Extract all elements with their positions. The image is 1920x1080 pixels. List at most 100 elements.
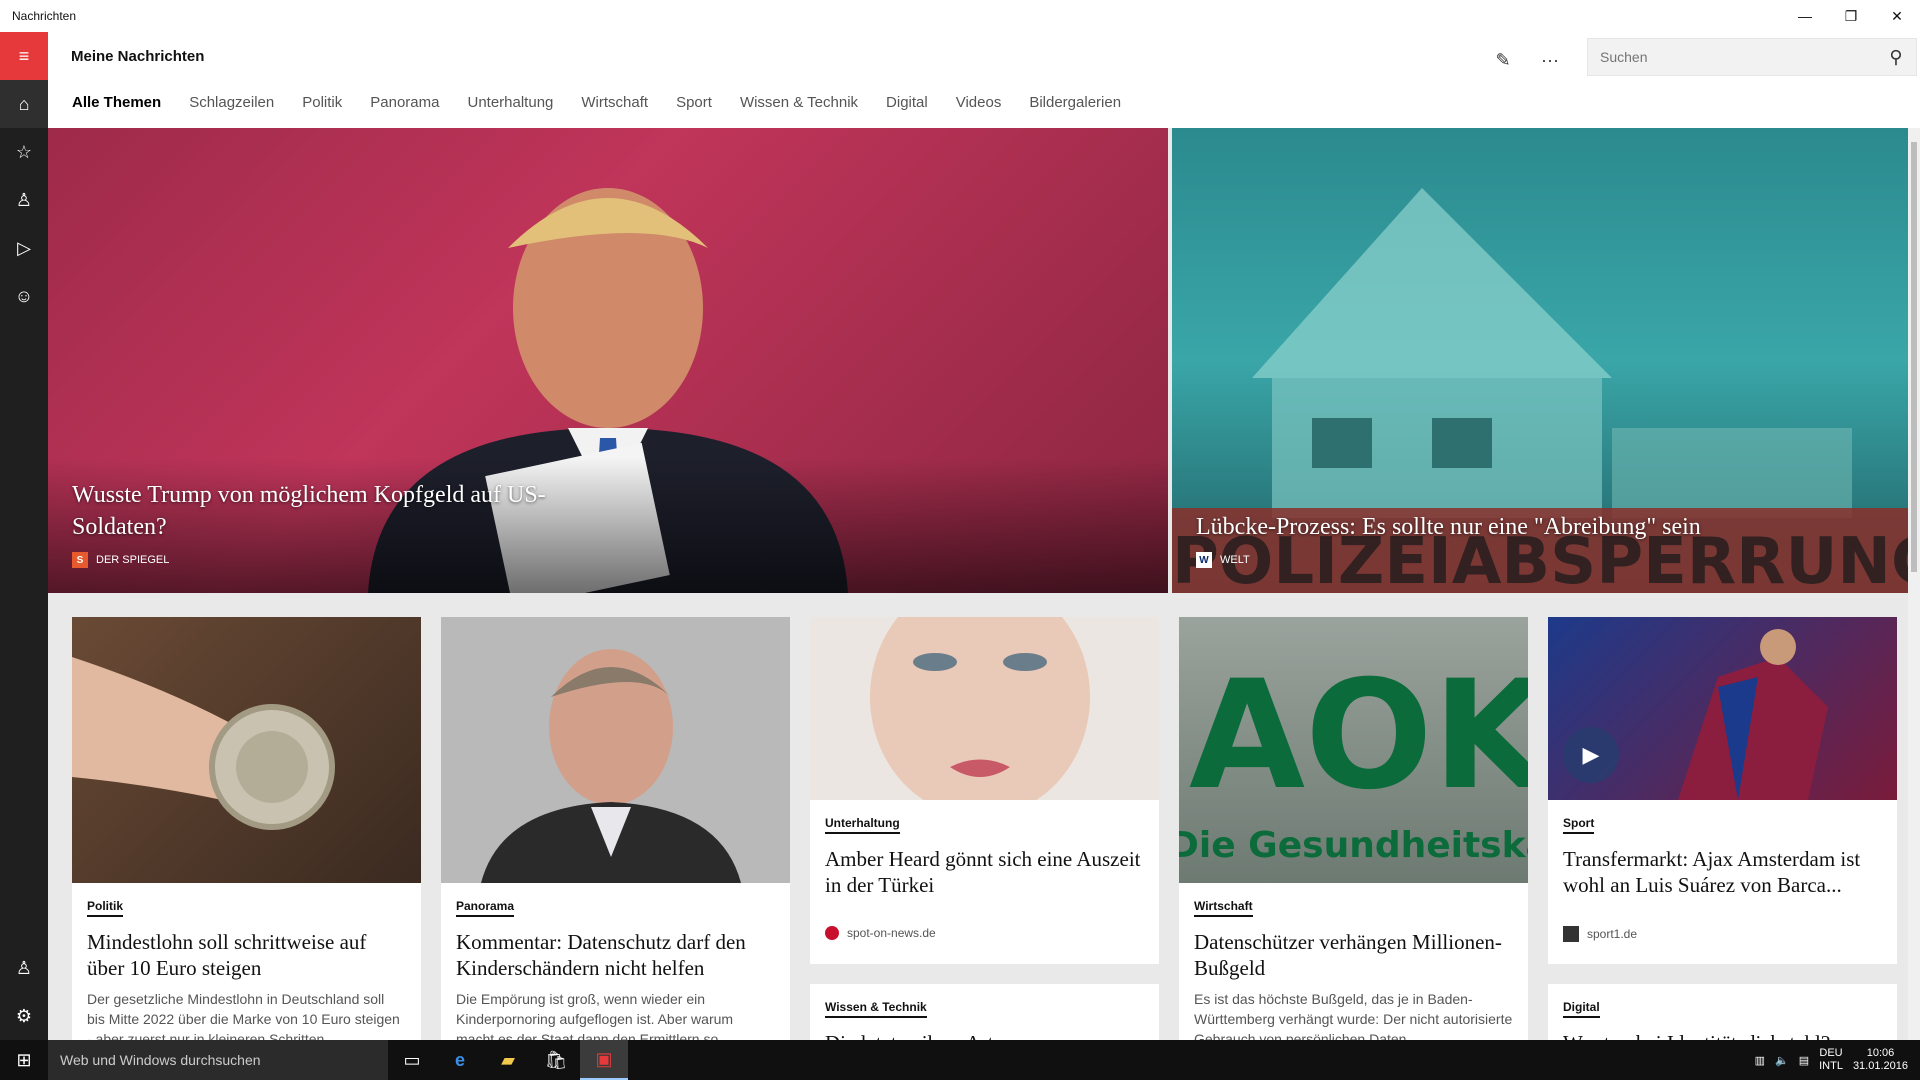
search-input[interactable] <box>1600 49 1876 65</box>
minimize-button[interactable]: — <box>1782 0 1828 32</box>
home-icon[interactable]: ⌂ <box>0 80 48 128</box>
close-button[interactable]: ✕ <box>1874 0 1920 32</box>
hamburger-menu-icon[interactable]: ≡ <box>0 32 48 80</box>
sidebar: ≡ ⌂ ☆ ♙ ▷ ☺ ♙ ⚙ <box>0 32 48 1040</box>
news-card[interactable]: AOK Die Gesundheitskasse. Wirtschaft Dat… <box>1179 617 1528 1040</box>
aok-sign-letters: AOK <box>1189 649 1528 823</box>
card-category[interactable]: Wissen & Technik <box>825 1000 927 1018</box>
card-source: spot-on-news.de <box>825 926 1144 940</box>
card-snippet: Es ist das höchste Bußgeld, das je in Ba… <box>1194 991 1513 1040</box>
volume-icon[interactable]: 🔈 <box>1775 1054 1789 1067</box>
news-grid: Politik Mindestlohn soll schrittweise au… <box>48 593 1908 1040</box>
card-title[interactable]: Was tun bei Identitätsdiebstahl? <box>1563 1030 1882 1040</box>
tab-schlagzeilen[interactable]: Schlagzeilen <box>189 94 274 111</box>
clock[interactable]: 10:06 31.01.2016 <box>1853 1047 1908 1073</box>
interests-icon[interactable]: ☺ <box>0 272 48 320</box>
card-5-image: ▶ <box>1548 617 1897 800</box>
search-icon[interactable]: ⚲ <box>1876 47 1916 68</box>
topic-tabs: Alle Themen Schlagzeilen Politik Panoram… <box>72 94 1149 111</box>
tab-panorama[interactable]: Panorama <box>370 94 439 111</box>
card-category[interactable]: Digital <box>1563 1000 1600 1018</box>
hero-article-1[interactable]: Wusste Trump von möglichem Kopfgeld auf … <box>48 128 1168 593</box>
task-view-icon[interactable]: ▭ <box>388 1040 436 1080</box>
card-2-image <box>441 617 790 883</box>
card-title[interactable]: Mindestlohn soll schrittweise auf über 1… <box>87 929 406 981</box>
news-card[interactable]: Unterhaltung Amber Heard gönnt sich eine… <box>810 617 1159 964</box>
title-bar: Nachrichten — ❐ ✕ <box>0 0 1920 32</box>
language-indicator[interactable]: DEU INTL <box>1819 1047 1843 1073</box>
card-title[interactable]: Amber Heard gönnt sich eine Auszeit in d… <box>825 846 1144 898</box>
welt-logo-icon: W <box>1196 552 1212 568</box>
window-title: Nachrichten <box>12 9 77 23</box>
card-category[interactable]: Wirtschaft <box>1194 899 1253 917</box>
news-card[interactable]: Politik Mindestlohn soll schrittweise au… <box>72 617 421 1040</box>
card-source-name: spot-on-news.de <box>847 926 936 940</box>
card-snippet: Der gesetzliche Mindestlohn in Deutschla… <box>87 991 400 1040</box>
restore-button[interactable]: ❐ <box>1828 0 1874 32</box>
card-title[interactable]: Kommentar: Datenschutz darf den Kindersc… <box>456 929 775 981</box>
header: Meine Nachrichten ✎ ··· ⚲ Alle Themen Sc… <box>48 32 1920 128</box>
windows-start-icon[interactable]: ⊞ <box>0 1040 48 1080</box>
hero-1-source: S DER SPIEGEL <box>72 552 169 568</box>
tab-videos[interactable]: Videos <box>956 94 1002 111</box>
tab-politik[interactable]: Politik <box>302 94 342 111</box>
clock-time: 10:06 <box>1866 1047 1895 1059</box>
action-center-icon[interactable]: ▤ <box>1799 1054 1809 1067</box>
news-card[interactable]: Wissen & Technik Die letzten ihrer Art <box>810 984 1159 1040</box>
hero-2-source-name: WELT <box>1220 554 1250 566</box>
aok-sign-text: Die Gesundheitskasse. <box>1179 825 1528 866</box>
system-tray: ▥ 🔈 ▤ DEU INTL 10:06 31.01.2016 <box>1755 1047 1920 1073</box>
taskbar-search-box[interactable]: Web und Windows durchsuchen <box>48 1040 388 1080</box>
tab-alle-themen[interactable]: Alle Themen <box>72 94 161 111</box>
network-icon[interactable]: ▥ <box>1755 1054 1765 1067</box>
local-news-icon[interactable]: ♙ <box>0 176 48 224</box>
hero-article-2[interactable]: POLIZEIABSPERRUNG Lübcke-Prozess: Es sol… <box>1172 128 1908 593</box>
tab-bildergalerien[interactable]: Bildergalerien <box>1029 94 1121 111</box>
news-card[interactable]: ▶ Sport Transfermarkt: Ajax Amsterdam is… <box>1548 617 1897 964</box>
clock-date: 31.01.2016 <box>1852 1060 1908 1072</box>
video-icon[interactable]: ▷ <box>0 224 48 272</box>
tab-unterhaltung[interactable]: Unterhaltung <box>467 94 553 111</box>
settings-icon[interactable]: ⚙ <box>0 992 48 1040</box>
card-category[interactable]: Panorama <box>456 899 515 917</box>
file-explorer-icon[interactable]: ▰ <box>484 1040 532 1080</box>
card-3-image <box>810 617 1159 800</box>
page-title: Meine Nachrichten <box>71 48 205 65</box>
hero-2-headline[interactable]: Lübcke-Prozess: Es sollte nur eine "Abre… <box>1196 511 1716 543</box>
scrollbar-thumb[interactable] <box>1911 142 1917 572</box>
tab-sport[interactable]: Sport <box>676 94 712 111</box>
search-box: ⚲ <box>1587 38 1917 76</box>
card-source: sport1.de <box>1563 926 1882 942</box>
news-app-icon[interactable]: ▣ <box>580 1040 628 1080</box>
news-card[interactable]: Panorama Kommentar: Datenschutz darf den… <box>441 617 790 1040</box>
taskbar: ⊞ Web und Windows durchsuchen ▭ e ▰ 🛍 ▣ … <box>0 1040 1920 1080</box>
source-logo-icon <box>1563 926 1579 942</box>
more-options-icon[interactable]: ··· <box>1530 44 1570 76</box>
tab-wissen-technik[interactable]: Wissen & Technik <box>740 94 858 111</box>
card-category[interactable]: Unterhaltung <box>825 816 900 834</box>
card-title[interactable]: Transfermarkt: Ajax Amsterdam ist wohl a… <box>1563 846 1882 898</box>
edit-pencil-icon[interactable]: ✎ <box>1483 44 1523 76</box>
tab-digital[interactable]: Digital <box>886 94 928 111</box>
vertical-scrollbar[interactable] <box>1908 128 1920 1040</box>
card-category[interactable]: Sport <box>1563 816 1595 834</box>
hero-2-source: W WELT <box>1196 552 1250 568</box>
account-icon[interactable]: ♙ <box>0 944 48 992</box>
card-title[interactable]: Die letzten ihrer Art <box>825 1030 1144 1040</box>
spiegel-logo-icon: S <box>72 552 88 568</box>
card-4-image: AOK Die Gesundheitskasse. <box>1179 617 1528 883</box>
tab-wirtschaft[interactable]: Wirtschaft <box>581 94 648 111</box>
source-logo-icon <box>825 926 839 940</box>
card-snippet: Die Empörung ist groß, wenn wieder ein K… <box>456 991 734 1040</box>
card-1-image <box>72 617 421 883</box>
favorites-icon[interactable]: ☆ <box>0 128 48 176</box>
hero-1-headline[interactable]: Wusste Trump von möglichem Kopfgeld auf … <box>72 479 632 543</box>
card-source-name: sport1.de <box>1587 927 1638 941</box>
card-category[interactable]: Politik <box>87 899 124 917</box>
card-title[interactable]: Datenschützer verhängen Millionen-Bußgel… <box>1194 929 1513 981</box>
play-video-icon[interactable]: ▶ <box>1563 727 1619 783</box>
edge-browser-icon[interactable]: e <box>436 1040 484 1080</box>
news-card[interactable]: Digital Was tun bei Identitätsdiebstahl? <box>1548 984 1897 1040</box>
hero-1-source-name: DER SPIEGEL <box>96 554 170 566</box>
store-icon[interactable]: 🛍 <box>532 1040 580 1080</box>
